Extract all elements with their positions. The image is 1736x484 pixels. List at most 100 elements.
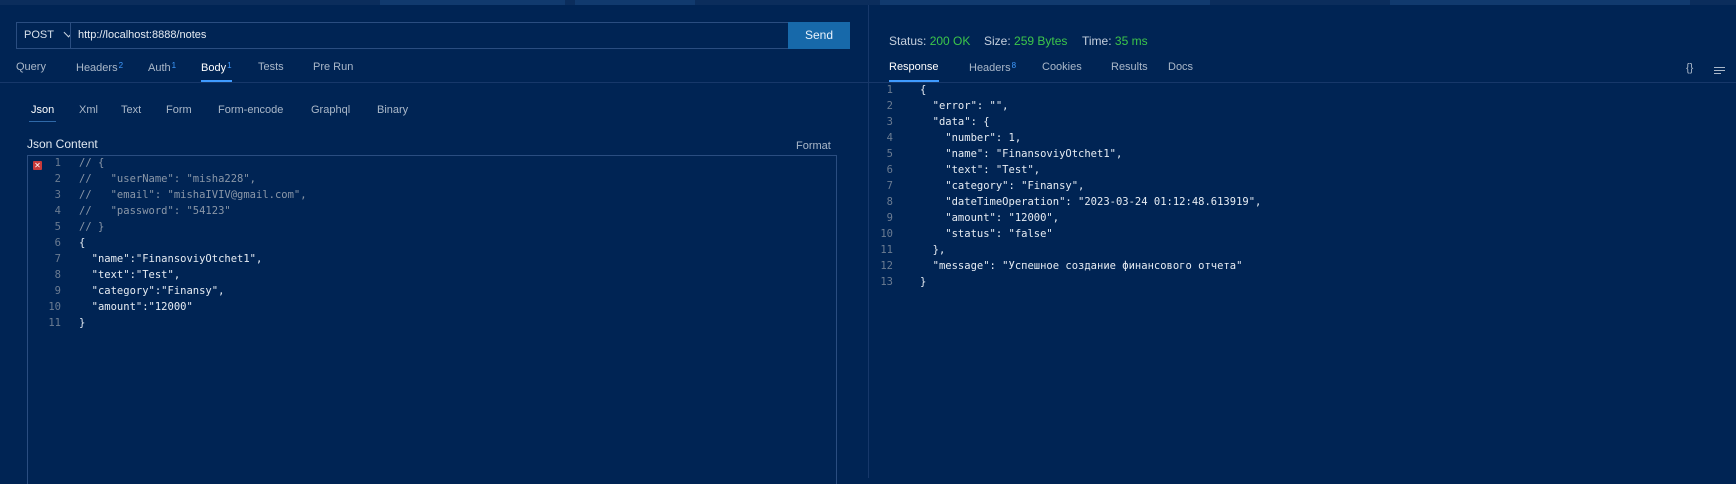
method-label: POST <box>24 29 54 41</box>
braces-icon[interactable]: {} <box>1686 62 1693 74</box>
body-type-json[interactable]: Json <box>28 104 57 122</box>
code-line: "name":"FinansoviyOtchet1", <box>79 253 263 265</box>
body-type-text[interactable]: Text <box>121 104 141 116</box>
code-line: } <box>79 317 86 329</box>
line-number: 4 <box>54 205 61 217</box>
tab-headers[interactable]: Headers2 <box>76 61 123 81</box>
request-pane: POST http://localhost:8888/notes Send Qu… <box>0 5 868 484</box>
tab-label: Tests <box>258 61 284 73</box>
menu-icon[interactable] <box>1714 67 1725 75</box>
tab-auth[interactable]: Auth1 <box>148 61 176 81</box>
tab-label: Headers <box>969 62 1011 74</box>
tab-badge: 1 <box>227 61 232 70</box>
code-line: "status": "false" <box>920 228 1053 240</box>
line-number: 5 <box>54 221 61 233</box>
code-line: { <box>79 237 86 249</box>
line-number: 9 <box>54 285 61 297</box>
code-line: "message": "Успешное создание финансовог… <box>920 260 1243 272</box>
tab-tests[interactable]: Tests <box>258 61 284 81</box>
line-number: 4 <box>886 132 893 144</box>
code-line: "category": "Finansy", <box>920 180 1085 192</box>
size-value: 259 Bytes <box>1014 34 1068 48</box>
request-json-editor[interactable]: ✕ 1 2 3 4 5 6 7 8 9 10 11 // { // "userN… <box>27 155 837 484</box>
send-button[interactable]: Send <box>788 22 850 49</box>
tab-docs[interactable]: Docs <box>1168 61 1193 81</box>
tab-label: Pre Run <box>313 61 354 73</box>
status-label: Status: <box>889 34 927 48</box>
code-line: // "userName": "misha228", <box>79 173 257 185</box>
code-line: // "email": "mishaIVIV@gmail.com", <box>79 189 307 201</box>
line-number: 10 <box>48 301 61 313</box>
tab-label: Response <box>889 61 939 73</box>
code-line: // } <box>79 221 105 233</box>
tab-results[interactable]: Results <box>1111 61 1148 81</box>
time-readout: Time: 35 ms <box>1082 34 1148 48</box>
line-number: 8 <box>886 196 893 208</box>
line-number: 7 <box>886 180 893 192</box>
line-number: 1 <box>54 157 61 169</box>
line-number: 1 <box>886 84 893 96</box>
line-number: 9 <box>886 212 893 224</box>
tab-label: Docs <box>1168 61 1194 73</box>
tab-query[interactable]: Query <box>16 61 46 81</box>
response-pane: Status: 200 OK Size: 259 Bytes Time: 35 … <box>869 5 1736 478</box>
request-tabs: Query Headers2 Auth1 Body1 Tests Pre Run <box>16 61 846 83</box>
code-line: // { <box>79 157 105 169</box>
time-value: 35 ms <box>1114 34 1148 48</box>
code-line: "text":"Test", <box>79 269 181 281</box>
json-content-label: Json Content <box>27 137 98 151</box>
code-line: "text": "Test", <box>920 164 1041 176</box>
line-number: 12 <box>880 260 893 272</box>
body-type-form[interactable]: Form <box>166 104 192 116</box>
line-number: 7 <box>54 253 61 265</box>
line-number: 13 <box>880 276 893 288</box>
body-type-binary[interactable]: Binary <box>377 104 408 116</box>
tab-cookies[interactable]: Cookies <box>1042 61 1082 81</box>
code-line: // "password": "54123" <box>79 205 231 217</box>
code-line: "data": { <box>920 116 990 128</box>
tab-label: Query <box>16 61 46 73</box>
tab-label: Results <box>1111 61 1148 73</box>
line-number: 2 <box>886 100 893 112</box>
tab-badge: 8 <box>1011 61 1017 70</box>
tab-label: Body <box>201 62 227 74</box>
tab-label: Headers <box>76 62 118 74</box>
tabs-divider <box>869 82 1736 83</box>
response-json-viewer[interactable]: 1 2 3 4 5 6 7 8 9 10 11 12 13 { "error":… <box>869 84 1736 304</box>
format-button[interactable]: Format <box>796 140 831 152</box>
code-line: "dateTimeOperation": "2023-03-24 01:12:4… <box>920 196 1262 208</box>
tab-label: Cookies <box>1042 61 1082 73</box>
tab-response-headers[interactable]: Headers8 <box>969 61 1016 81</box>
url-bar: POST http://localhost:8888/notes Send <box>16 22 850 49</box>
line-number: 11 <box>48 317 61 329</box>
line-number: 11 <box>880 244 893 256</box>
code-line: "amount": "12000", <box>920 212 1060 224</box>
line-number: 5 <box>886 148 893 160</box>
line-number: 8 <box>54 269 61 281</box>
code-line: }, <box>920 244 946 256</box>
code-line: { <box>920 84 927 96</box>
code-line: "error": "", <box>920 100 1009 112</box>
line-number: 6 <box>886 164 893 176</box>
line-number: 3 <box>886 116 893 128</box>
method-select[interactable]: POST <box>16 22 78 49</box>
size-readout: Size: 259 Bytes <box>984 34 1067 48</box>
tab-label: Auth <box>148 62 171 74</box>
body-type-graphql[interactable]: Graphql <box>311 104 350 116</box>
tab-badge: 1 <box>171 61 177 70</box>
response-tabs: Response Headers8 Cookies Results Docs <box>889 61 1719 83</box>
line-number: 2 <box>54 173 61 185</box>
size-label: Size: <box>984 34 1011 48</box>
code-line: "number": 1, <box>920 132 1022 144</box>
tab-response[interactable]: Response <box>889 61 939 82</box>
tab-body[interactable]: Body1 <box>201 61 232 82</box>
tab-pre-run[interactable]: Pre Run <box>313 61 353 81</box>
tabs-divider <box>0 82 868 83</box>
time-label: Time: <box>1082 34 1112 48</box>
body-type-form-encode[interactable]: Form-encode <box>218 104 283 116</box>
code-line: "name": "FinansoviyOtchet1", <box>920 148 1123 160</box>
url-input[interactable]: http://localhost:8888/notes <box>70 22 797 49</box>
code-line: "category":"Finansy", <box>79 285 225 297</box>
line-number: 10 <box>880 228 893 240</box>
body-type-xml[interactable]: Xml <box>79 104 98 116</box>
